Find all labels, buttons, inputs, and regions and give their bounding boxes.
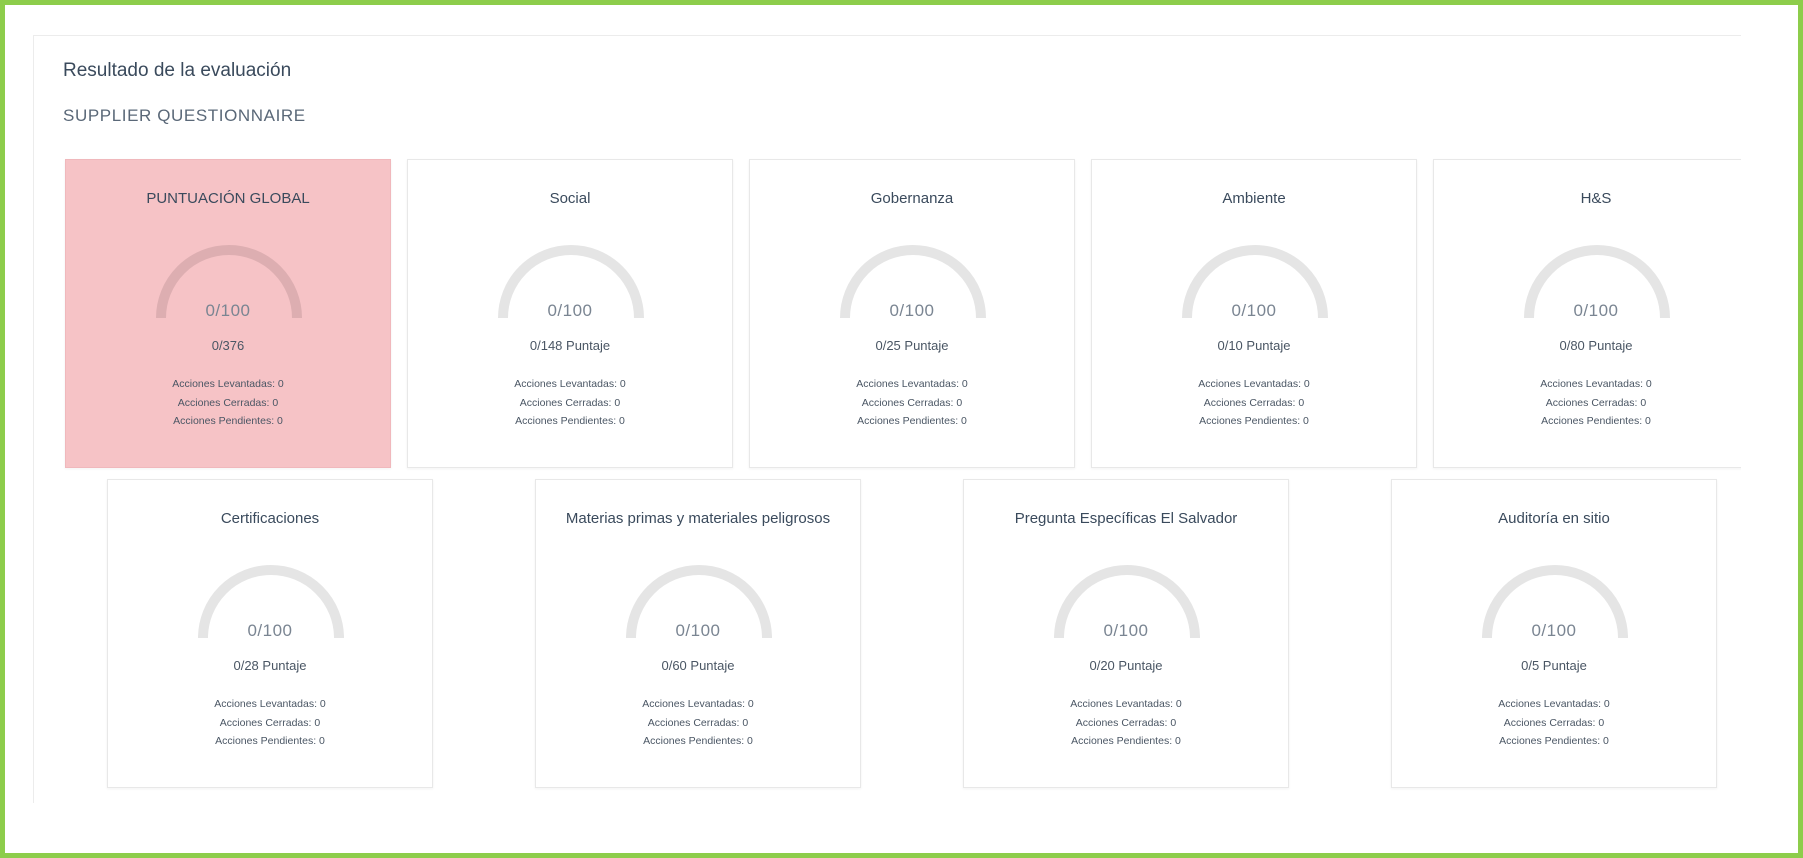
gauge-value: 0/100: [1531, 621, 1577, 640]
actions-pending: Acciones Pendientes: 0: [643, 735, 753, 747]
actions-summary: Acciones Levantadas: 0 Acciones Cerradas…: [964, 695, 1288, 751]
screenshot-frame: Resultado de la evaluación SUPPLIER QUES…: [0, 0, 1803, 858]
actions-raised: Acciones Levantadas: 0: [214, 698, 326, 710]
actions-closed: Acciones Cerradas: 0: [1075, 716, 1177, 729]
score-card-social[interactable]: Social 0/100 0/148 Puntaje Acciones Leva…: [407, 159, 733, 468]
score-card-pregunta-el-salvador[interactable]: Pregunta Específicas El Salvador 0/100 0…: [963, 479, 1289, 788]
score-card-global[interactable]: PUNTUACIÓN GLOBAL 0/100 0/376 Acciones L…: [65, 159, 391, 468]
card-title: Auditoría en sitio: [1498, 510, 1610, 527]
actions-raised: Acciones Levantadas: 0: [1198, 378, 1310, 390]
actions-closed: Acciones Cerradas: 0: [519, 396, 621, 409]
actions-pending: Acciones Pendientes: 0: [1499, 735, 1609, 747]
card-score: 0/10 Puntaje: [1217, 338, 1291, 353]
gauge-value: 0/100: [1573, 301, 1619, 320]
actions-closed: Acciones Cerradas: 0: [177, 396, 279, 409]
actions-closed: Acciones Cerradas: 0: [1203, 396, 1305, 409]
card-score: 0/60 Puntaje: [661, 658, 735, 673]
gauge-value: 0/100: [1103, 621, 1149, 640]
card-score: 0/25 Puntaje: [875, 338, 949, 353]
card-title: Pregunta Específicas El Salvador: [1014, 510, 1238, 527]
actions-pending: Acciones Pendientes: 0: [215, 735, 325, 747]
card-title: PUNTUACIÓN GLOBAL: [146, 190, 310, 207]
card-score: 0/5 Puntaje: [1521, 658, 1587, 673]
actions-raised: Acciones Levantadas: 0: [642, 698, 754, 710]
actions-raised: Acciones Levantadas: 0: [1540, 378, 1652, 390]
card-score: 0/28 Puntaje: [233, 658, 307, 673]
gauge-value: 0/100: [247, 621, 293, 640]
actions-summary: Acciones Levantadas: 0 Acciones Cerradas…: [408, 375, 732, 431]
actions-raised: Acciones Levantadas: 0: [1498, 698, 1610, 710]
actions-raised: Acciones Levantadas: 0: [856, 378, 968, 390]
actions-summary: Acciones Levantadas: 0 Acciones Cerradas…: [1392, 695, 1716, 751]
actions-pending: Acciones Pendientes: 0: [173, 415, 283, 427]
card-title: Social: [549, 190, 591, 207]
card-score: 0/20 Puntaje: [1089, 658, 1163, 673]
actions-pending: Acciones Pendientes: 0: [1199, 415, 1309, 427]
card-title: Certificaciones: [220, 510, 320, 527]
gauge-value: 0/100: [889, 301, 935, 320]
actions-pending: Acciones Pendientes: 0: [1071, 735, 1181, 747]
card-score: 0/80 Puntaje: [1559, 338, 1633, 353]
actions-summary: Acciones Levantadas: 0 Acciones Cerradas…: [108, 695, 432, 751]
actions-summary: Acciones Levantadas: 0 Acciones Cerradas…: [66, 375, 390, 431]
actions-closed: Acciones Cerradas: 0: [219, 716, 321, 729]
score-card-auditoria[interactable]: Auditoría en sitio 0/100 0/5 Puntaje Acc…: [1391, 479, 1717, 788]
evaluation-results-panel: Resultado de la evaluación SUPPLIER QUES…: [33, 35, 1741, 803]
actions-summary: Acciones Levantadas: 0 Acciones Cerradas…: [536, 695, 860, 751]
actions-closed: Acciones Cerradas: 0: [1503, 716, 1605, 729]
gauge-value: 0/100: [205, 301, 251, 320]
actions-raised: Acciones Levantadas: 0: [172, 378, 284, 390]
score-card-materias-primas[interactable]: Materias primas y materiales peligrosos …: [535, 479, 861, 788]
score-card-certificaciones[interactable]: Certificaciones 0/100 0/28 Puntaje Accio…: [107, 479, 433, 788]
actions-raised: Acciones Levantadas: 0: [1070, 698, 1182, 710]
card-title: Materias primas y materiales peligrosos: [565, 510, 831, 527]
gauge-value: 0/100: [547, 301, 593, 320]
actions-closed: Acciones Cerradas: 0: [1545, 396, 1647, 409]
actions-summary: Acciones Levantadas: 0 Acciones Cerradas…: [1092, 375, 1416, 431]
card-score: 0/376: [211, 338, 245, 353]
card-title: Gobernanza: [870, 190, 954, 207]
actions-pending: Acciones Pendientes: 0: [515, 415, 625, 427]
gauge-value: 0/100: [1231, 301, 1277, 320]
card-title: H&S: [1580, 190, 1612, 207]
actions-closed: Acciones Cerradas: 0: [647, 716, 749, 729]
score-card-hs[interactable]: H&S 0/100 0/80 Puntaje Acciones Levantad…: [1433, 159, 1741, 468]
actions-summary: Acciones Levantadas: 0 Acciones Cerradas…: [750, 375, 1074, 431]
actions-pending: Acciones Pendientes: 0: [857, 415, 967, 427]
actions-closed: Acciones Cerradas: 0: [861, 396, 963, 409]
card-title: Ambiente: [1222, 190, 1286, 207]
page-title: Resultado de la evaluación: [63, 60, 292, 81]
questionnaire-name: SUPPLIER QUESTIONNAIRE: [63, 106, 306, 125]
actions-raised: Acciones Levantadas: 0: [514, 378, 626, 390]
actions-pending: Acciones Pendientes: 0: [1541, 415, 1651, 427]
score-card-gobernanza[interactable]: Gobernanza 0/100 0/25 Puntaje Acciones L…: [749, 159, 1075, 468]
actions-summary: Acciones Levantadas: 0 Acciones Cerradas…: [1434, 375, 1741, 431]
score-card-ambiente[interactable]: Ambiente 0/100 0/10 Puntaje Acciones Lev…: [1091, 159, 1417, 468]
gauge-value: 0/100: [675, 621, 721, 640]
card-score: 0/148 Puntaje: [529, 338, 611, 353]
